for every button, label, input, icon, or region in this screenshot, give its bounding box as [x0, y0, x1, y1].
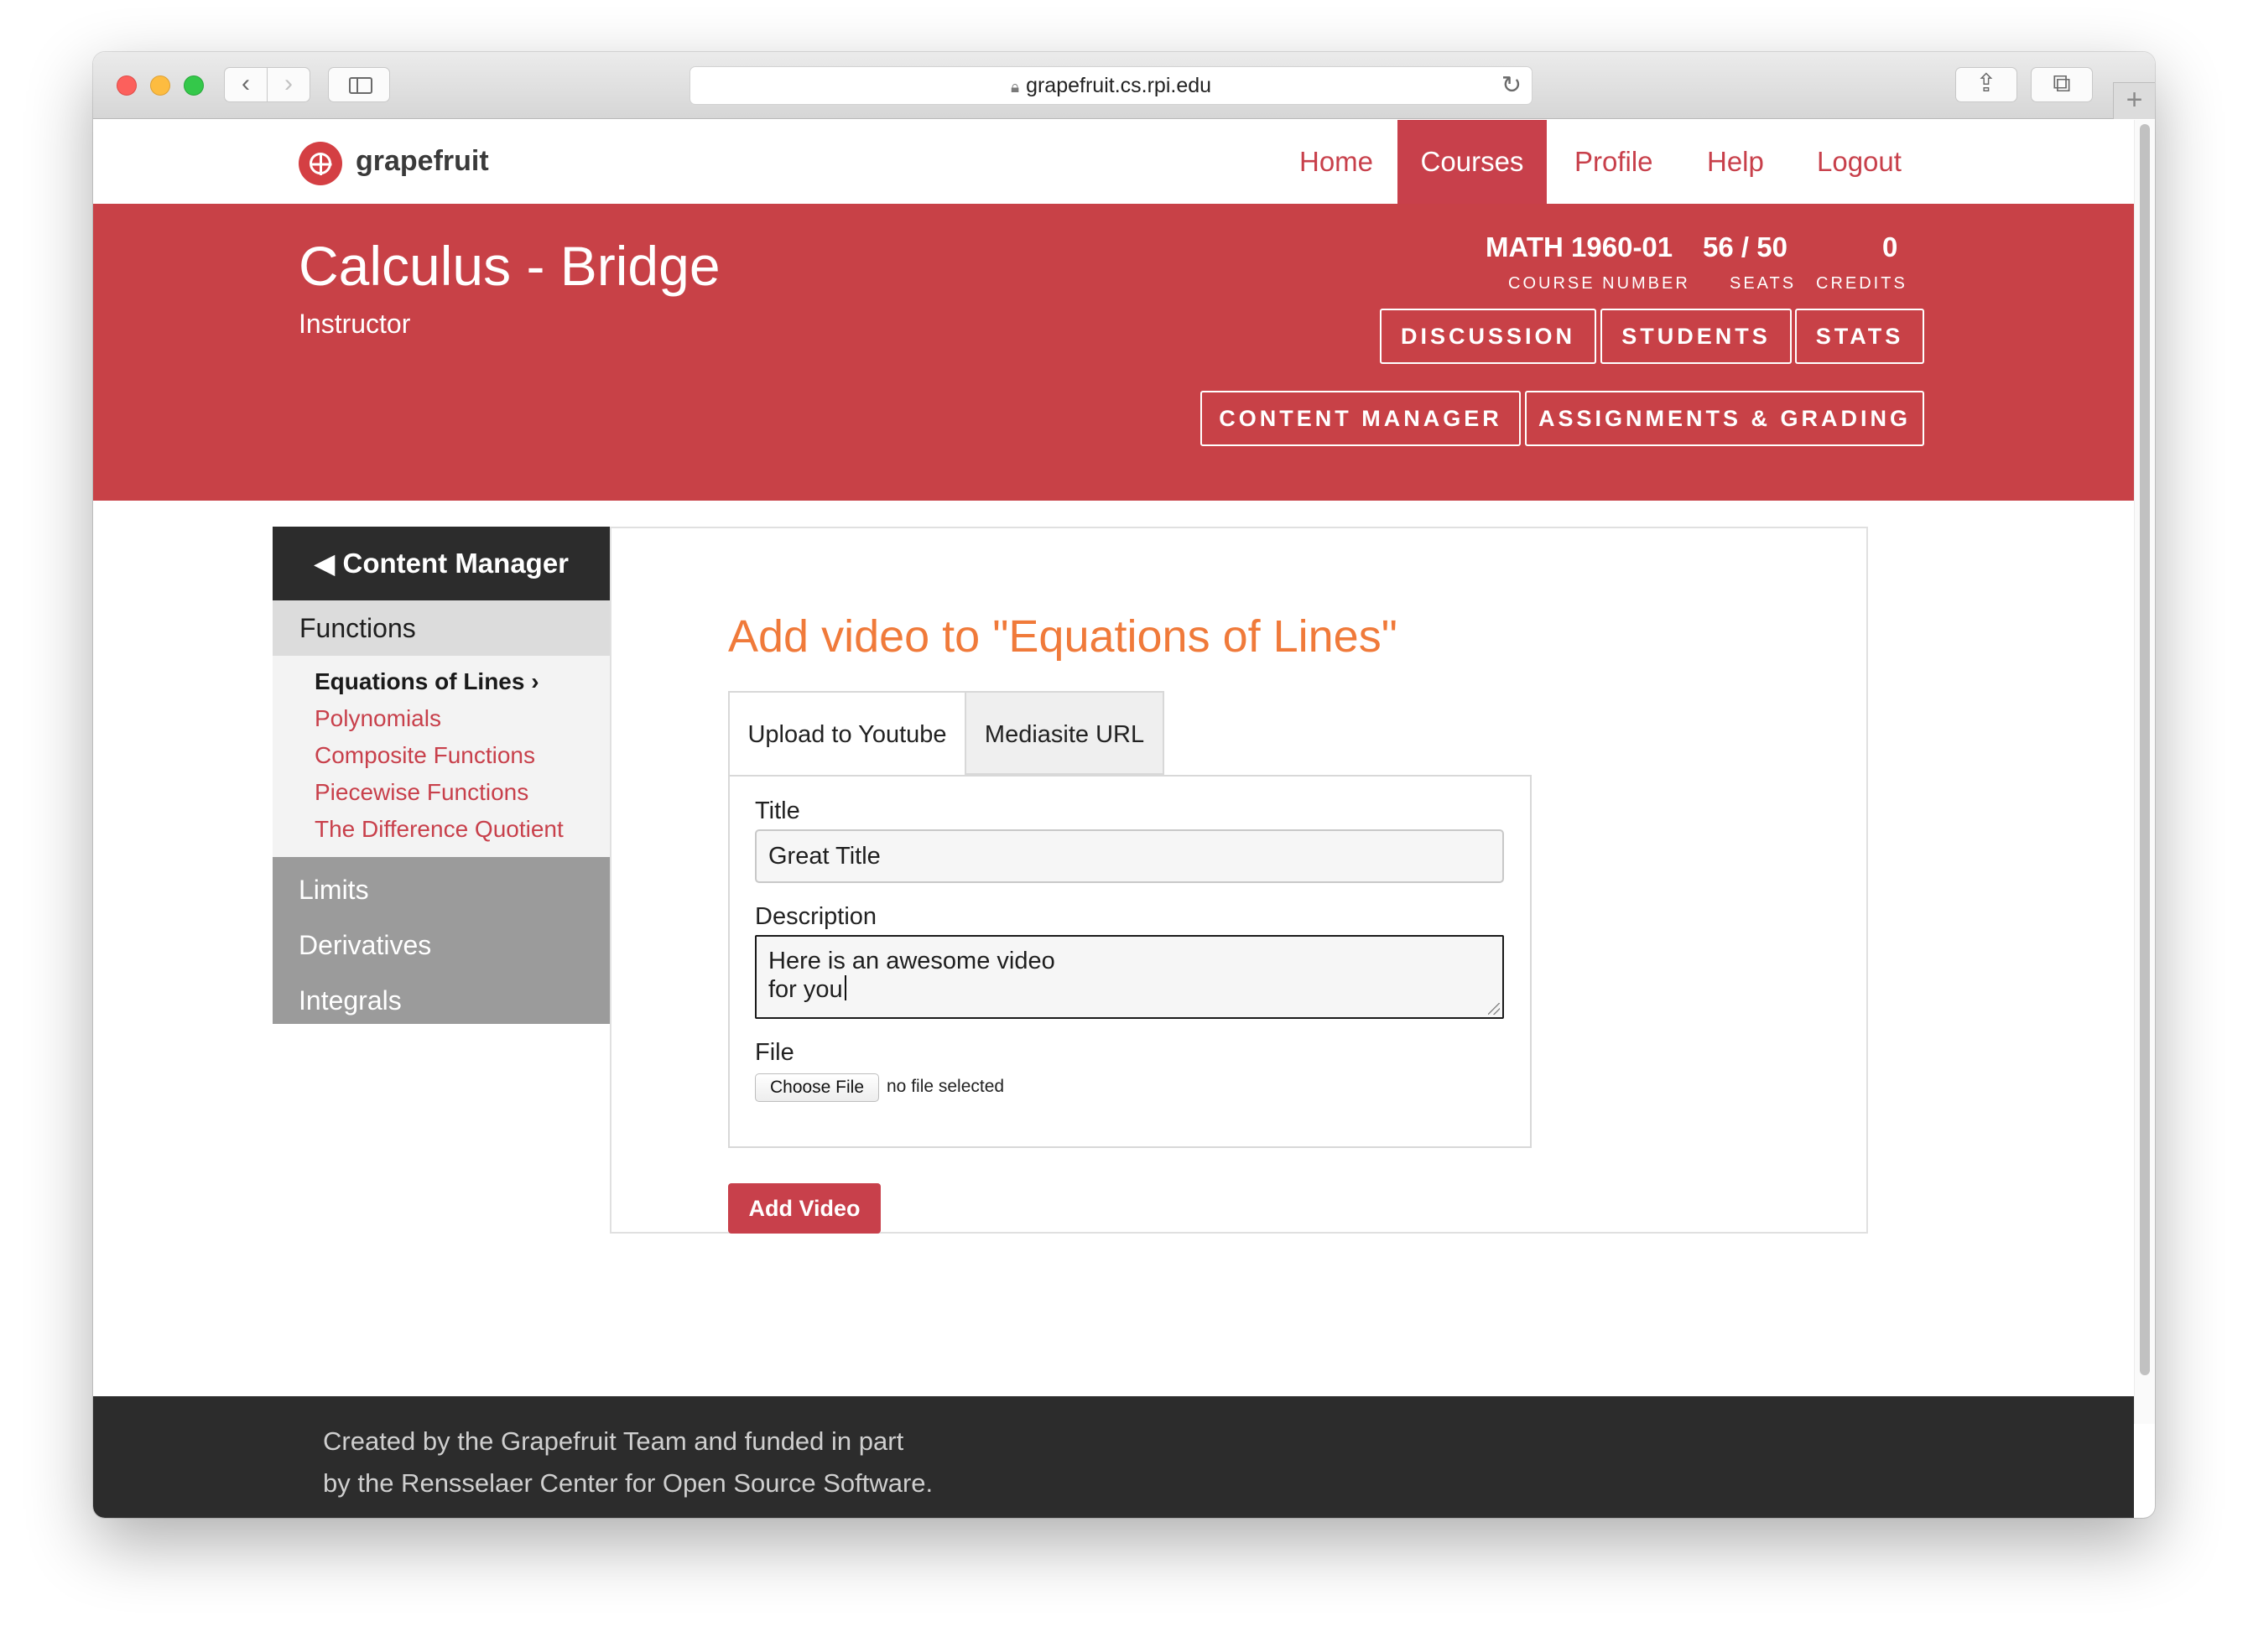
- scrollbar-thumb[interactable]: [2140, 124, 2150, 1375]
- tab-upload-to-youtube[interactable]: Upload to Youtube: [728, 691, 966, 777]
- sidebar-item-equations-of-lines[interactable]: Equations of Lines ›: [315, 668, 539, 695]
- sidebar-item-piecewise-functions[interactable]: Piecewise Functions: [315, 779, 528, 806]
- footer-line-1: Created by the Grapefruit Team and funde…: [323, 1426, 904, 1456]
- nav-courses[interactable]: Courses: [1397, 120, 1547, 204]
- sidebar-section-derivatives[interactable]: Derivatives: [299, 930, 431, 961]
- back-arrow-icon[interactable]: ‹: [224, 67, 268, 102]
- new-tab-icon[interactable]: +: [2113, 82, 2155, 119]
- site-navbar: grapefruit Home Courses Profile Help Log…: [93, 120, 2134, 204]
- choose-file-button[interactable]: Choose File: [755, 1073, 879, 1102]
- add-video-button[interactable]: Add Video: [728, 1183, 881, 1234]
- discussion-button[interactable]: DISCUSSION: [1380, 309, 1596, 364]
- lock-icon: 🔒︎: [1010, 79, 1020, 96]
- maximize-window-button[interactable]: [184, 75, 204, 96]
- tabs-icon[interactable]: ⧉: [2031, 67, 2093, 102]
- credits-value: 0: [1882, 231, 1898, 262]
- students-button[interactable]: STUDENTS: [1600, 309, 1792, 364]
- address-bar[interactable]: 🔒︎ grapefruit.cs.rpi.edu ↻: [689, 66, 1532, 105]
- tab-mediasite-url[interactable]: Mediasite URL: [965, 691, 1164, 775]
- address-text: grapefruit.cs.rpi.edu: [1026, 74, 1212, 97]
- seats-value: 56 / 50: [1703, 231, 1787, 262]
- course-header: Calculus - Bridge Instructor MATH 1960-0…: [93, 204, 2134, 501]
- page-title: Add video to "Equations of Lines": [728, 611, 1397, 662]
- sidebar-item-polynomials[interactable]: Polynomials: [315, 705, 441, 732]
- sidebar-icon[interactable]: [328, 67, 390, 102]
- reload-icon[interactable]: ↻: [1501, 67, 1522, 104]
- assignments-grading-button[interactable]: ASSIGNMENTS & GRADING: [1525, 391, 1924, 446]
- seats-label: SEATS: [1730, 274, 1797, 293]
- title-label: Title: [755, 797, 800, 824]
- browser-toolbar: ‹ › 🔒︎ grapefruit.cs.rpi.edu ↻ ⇪ ⧉ +: [93, 52, 2155, 119]
- file-label: File: [755, 1039, 794, 1066]
- description-label: Description: [755, 903, 877, 930]
- grapefruit-logo-icon[interactable]: [299, 142, 342, 185]
- course-title: Calculus - Bridge: [299, 235, 721, 297]
- forward-arrow-icon[interactable]: ›: [267, 67, 310, 102]
- content-manager-back-link[interactable]: ◀ Content Manager: [273, 527, 610, 600]
- minimize-window-button[interactable]: [150, 75, 170, 96]
- browser-window: ‹ › 🔒︎ grapefruit.cs.rpi.edu ↻ ⇪ ⧉ + grap…: [93, 52, 2155, 1518]
- nav-logout[interactable]: Logout: [1817, 120, 1902, 204]
- share-icon[interactable]: ⇪: [1955, 67, 2017, 102]
- sidebar-section-limits[interactable]: Limits: [299, 875, 369, 906]
- title-input[interactable]: Great Title: [755, 829, 1504, 883]
- description-line-1: Here is an awesome video: [768, 948, 1055, 974]
- course-number-label: COURSE NUMBER: [1508, 274, 1690, 293]
- close-window-button[interactable]: [117, 75, 137, 96]
- description-line-2: for you: [768, 975, 1491, 1004]
- credits-label: CREDITS: [1816, 274, 1907, 293]
- nav-help[interactable]: Help: [1707, 120, 1764, 204]
- footer-line-2: by the Rensselaer Center for Open Source…: [323, 1468, 934, 1498]
- sidebar-section-integrals[interactable]: Integrals: [299, 985, 402, 1016]
- brand-name[interactable]: grapefruit: [356, 145, 489, 178]
- description-textarea[interactable]: Here is an awesome video for you: [755, 935, 1504, 1019]
- course-number-value: MATH 1960-01: [1486, 231, 1673, 262]
- stats-button[interactable]: STATS: [1795, 309, 1924, 364]
- nav-profile[interactable]: Profile: [1574, 120, 1653, 204]
- resize-handle-icon[interactable]: [1488, 1003, 1500, 1015]
- site-footer: Created by the Grapefruit Team and funde…: [93, 1396, 2134, 1518]
- sidebar-section-functions[interactable]: Functions: [273, 600, 610, 656]
- content-manager-button[interactable]: CONTENT MANAGER: [1200, 391, 1521, 446]
- file-status: no file selected: [887, 1077, 1005, 1096]
- course-role: Instructor: [299, 309, 411, 339]
- nav-home[interactable]: Home: [1299, 120, 1373, 204]
- sidebar-item-composite-functions[interactable]: Composite Functions: [315, 742, 535, 769]
- sidebar-item-difference-quotient[interactable]: The Difference Quotient: [315, 816, 564, 843]
